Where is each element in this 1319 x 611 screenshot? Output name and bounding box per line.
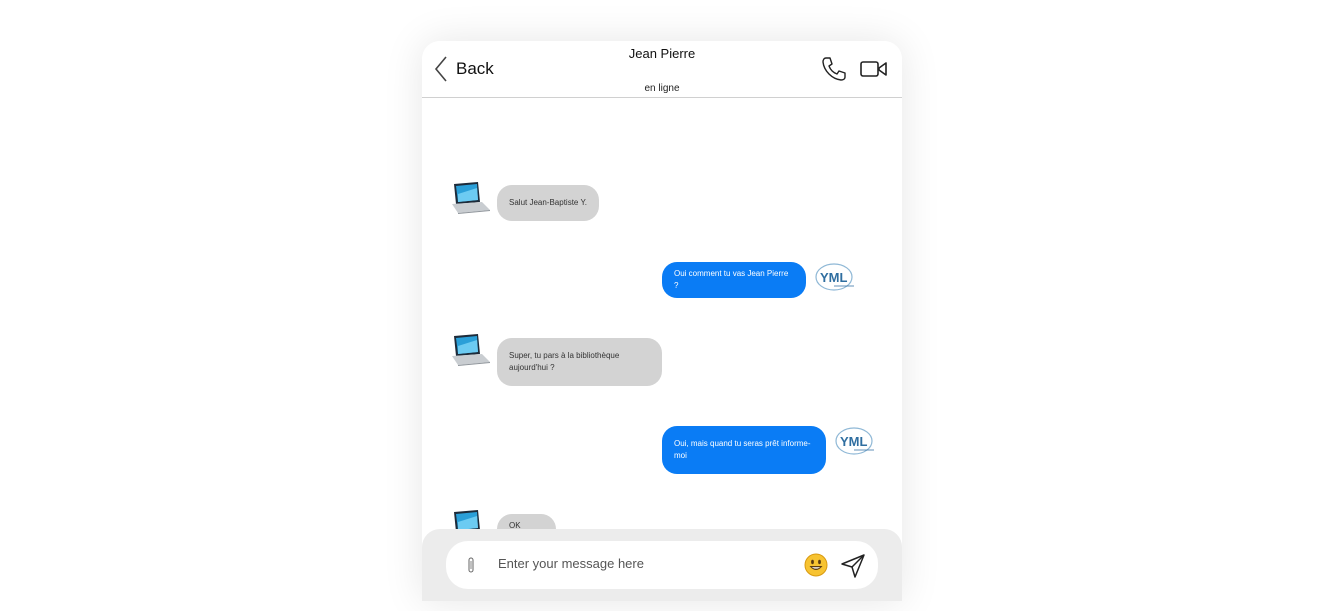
message-bubble-outgoing: Oui comment tu vas Jean Pierre ? — [662, 262, 806, 298]
emoji-button[interactable] — [804, 553, 828, 577]
video-camera-icon — [860, 61, 887, 77]
chat-window: Back Jean Pierre en ligne Salut Jean-Bap… — [422, 41, 902, 601]
call-button[interactable] — [820, 55, 848, 83]
message-input[interactable] — [496, 551, 790, 575]
contact-status: en ligne — [644, 83, 680, 94]
laptop-avatar — [452, 182, 490, 214]
smiley-emoji-icon — [804, 553, 828, 577]
chat-header: Back Jean Pierre en ligne — [422, 41, 902, 98]
phone-icon — [822, 57, 846, 81]
message-list: Salut Jean-Baptiste Y. Oui comment tu va… — [422, 98, 902, 550]
message-bubble-outgoing: Oui, mais quand tu seras prêt informe-mo… — [662, 426, 826, 474]
send-button[interactable] — [840, 553, 866, 579]
yml-logo-avatar: YML — [835, 427, 874, 455]
paperclip-icon — [468, 557, 474, 573]
paper-plane-send-icon — [841, 554, 865, 578]
composer-bar — [422, 529, 902, 601]
message-bubble-incoming: Salut Jean-Baptiste Y. — [497, 185, 599, 221]
yml-logo-avatar: YML — [815, 263, 854, 291]
video-call-button[interactable] — [860, 58, 888, 80]
message-bubble-incoming: Super, tu pars à la bibliothèque aujourd… — [497, 338, 662, 386]
svg-text:YML: YML — [820, 270, 848, 285]
svg-text:YML: YML — [840, 434, 868, 449]
attach-button[interactable] — [464, 555, 478, 575]
laptop-avatar — [452, 334, 490, 366]
message-composer — [446, 541, 878, 589]
back-label: Back — [456, 59, 494, 78]
